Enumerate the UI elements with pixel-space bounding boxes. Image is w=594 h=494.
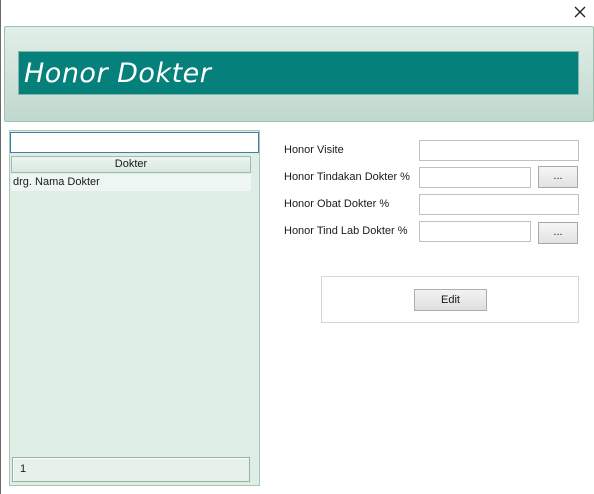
honor-tind-lab-browse-button[interactable]: ... <box>538 222 578 244</box>
record-count: 1 <box>12 457 250 482</box>
honor-tindakan-label: Honor Tindakan Dokter % <box>284 171 410 183</box>
search-input[interactable] <box>10 132 259 153</box>
honor-tind-lab-label: Honor Tind Lab Dokter % <box>284 225 408 237</box>
close-icon <box>574 6 586 18</box>
page-title: Honor Dokter <box>24 57 212 89</box>
grid-header-dokter[interactable]: Dokter <box>11 156 251 173</box>
title-bar: Honor Dokter <box>18 51 579 95</box>
table-cell-dokter: drg. Nama Dokter <box>13 176 100 188</box>
window-border <box>0 0 1 494</box>
honor-visite-label: Honor Visite <box>284 144 344 156</box>
table-row[interactable]: drg. Nama Dokter <box>11 174 251 191</box>
honor-tindakan-input[interactable] <box>419 167 531 188</box>
edit-button[interactable]: Edit <box>414 289 487 311</box>
close-button[interactable] <box>566 0 594 24</box>
honor-tind-lab-input[interactable] <box>419 221 531 242</box>
honor-obat-label: Honor Obat Dokter % <box>284 198 390 210</box>
honor-tindakan-browse-button[interactable]: ... <box>538 166 578 188</box>
honor-obat-input[interactable] <box>419 194 579 215</box>
honor-visite-input[interactable] <box>419 140 579 161</box>
